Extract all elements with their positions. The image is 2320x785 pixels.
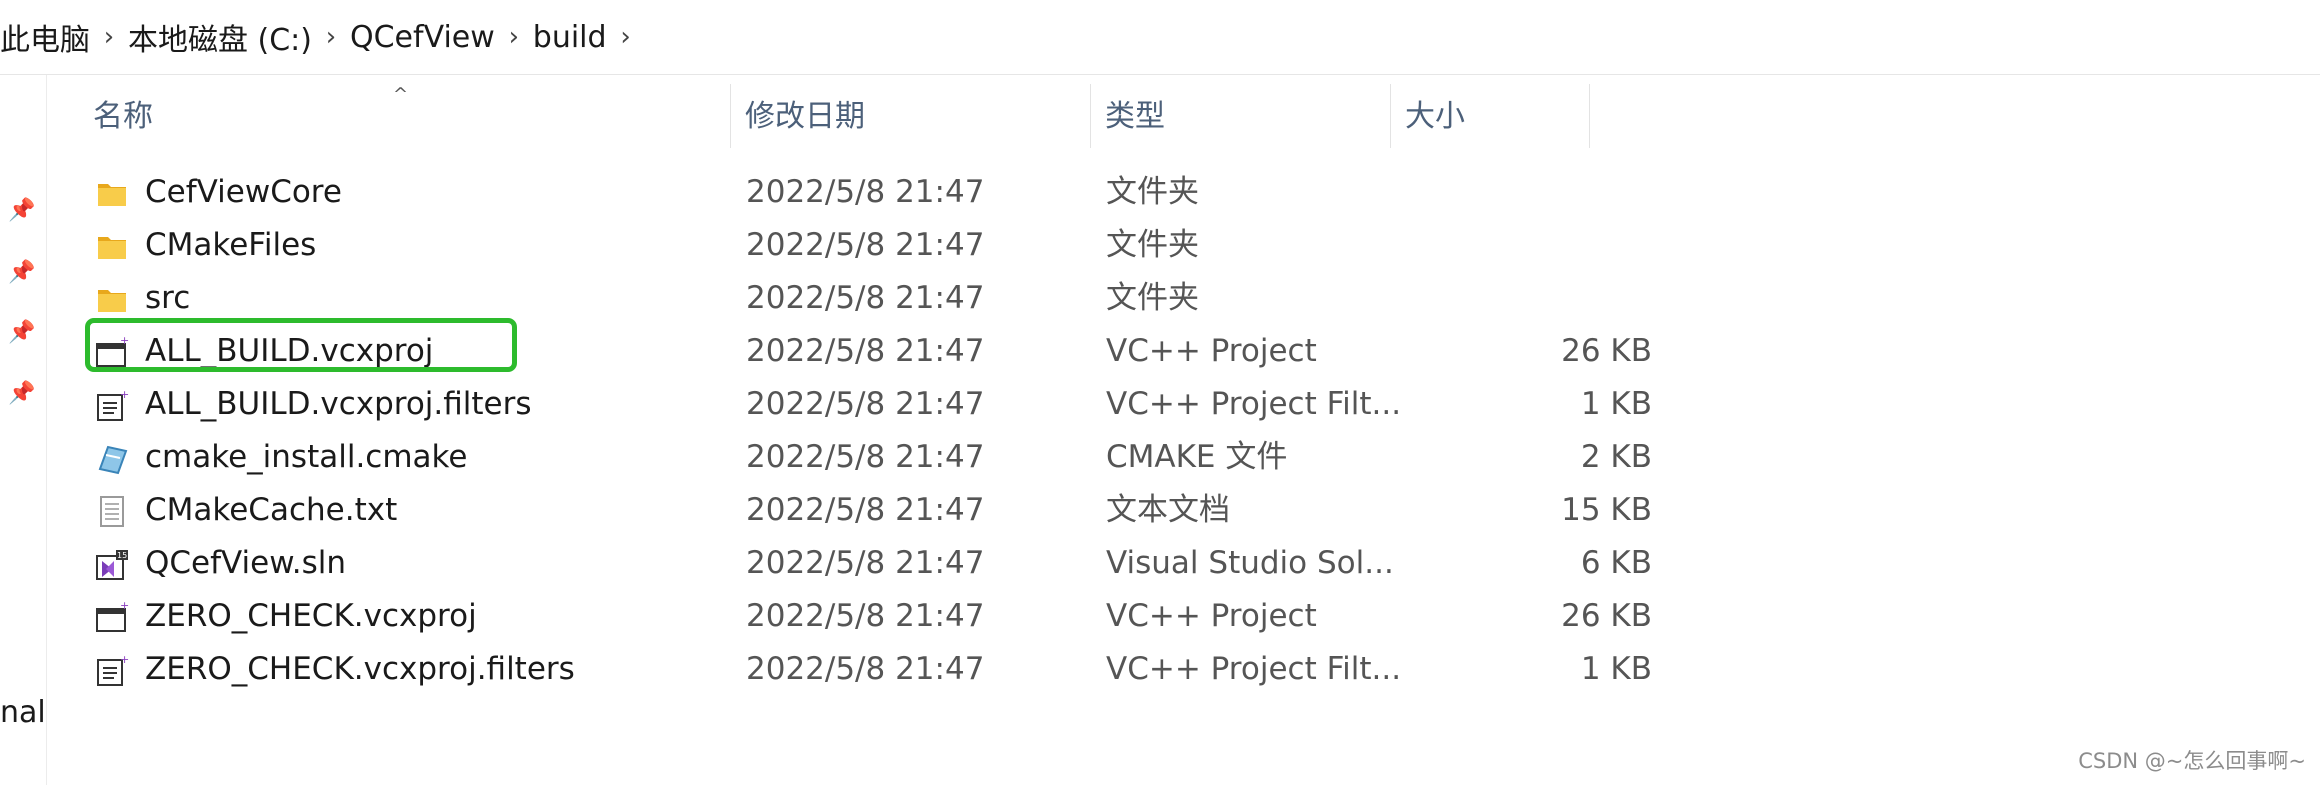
- navigation-pane: 📌 📌 📌 📌: [0, 75, 46, 785]
- file-date: 2022/5/8 21:47: [746, 492, 985, 528]
- file-date: 2022/5/8 21:47: [746, 333, 985, 369]
- pin-icon: 📌: [8, 198, 36, 223]
- file-name: cmake_install.cmake: [145, 439, 468, 475]
- folder-icon: [98, 237, 126, 259]
- file-name: ALL_BUILD.vcxproj.filters: [145, 386, 532, 422]
- filters-icon: +: [97, 388, 129, 421]
- file-size: 26 KB: [1561, 333, 1652, 369]
- breadcrumb-label: 此电脑: [0, 23, 90, 58]
- file-explorer-window: 此电脑 › 本地磁盘 (C:) › QCefView › build › 📌 📌…: [0, 0, 2320, 785]
- file-size: 6 KB: [1580, 545, 1652, 581]
- list-item[interactable]: + ALL_BUILD.vcxproj.filters 2022/5/8 21:…: [82, 378, 1652, 431]
- file-name: CMakeCache.txt: [145, 492, 398, 528]
- column-header-type[interactable]: 类型: [1091, 80, 1391, 150]
- file-type: VC++ Project Filt...: [1106, 386, 1402, 422]
- list-item[interactable]: cmake_install.cmake 2022/5/8 21:47 CMAKE…: [82, 431, 1652, 484]
- chevron-right-icon[interactable]: ›: [607, 22, 645, 52]
- breadcrumb-item-qcefview[interactable]: QCefView ›: [350, 0, 533, 74]
- breadcrumb-item-this-pc[interactable]: 此电脑 ›: [0, 0, 128, 74]
- file-name: ZERO_CHECK.vcxproj: [145, 598, 477, 634]
- file-date: 2022/5/8 21:47: [746, 545, 985, 581]
- pane-divider[interactable]: [46, 75, 47, 785]
- breadcrumb: 此电脑 › 本地磁盘 (C:) › QCefView › build ›: [0, 0, 2320, 75]
- text-file-icon: [100, 496, 124, 527]
- column-header-label: 类型: [1105, 99, 1165, 134]
- file-date: 2022/5/8 21:47: [746, 174, 985, 210]
- breadcrumb-item-build[interactable]: build ›: [533, 0, 645, 74]
- breadcrumb-item-local-disk[interactable]: 本地磁盘 (C:) ›: [128, 0, 350, 74]
- highlight-box: [85, 318, 517, 372]
- file-type: 文件夹: [1106, 174, 1199, 210]
- folder-icon: [98, 184, 126, 206]
- file-size: 1 KB: [1580, 651, 1652, 687]
- column-divider[interactable]: [1589, 84, 1590, 148]
- file-size: 1 KB: [1580, 386, 1652, 422]
- file-type: 文本文档: [1106, 492, 1230, 528]
- pin-icon: 📌: [8, 381, 36, 406]
- column-header-size[interactable]: 大小: [1391, 80, 1589, 150]
- file-name: ZERO_CHECK.vcxproj.filters: [145, 651, 575, 687]
- vcxproj-icon: +: [96, 600, 129, 632]
- pin-icon: 📌: [8, 260, 36, 285]
- file-type: 文件夹: [1106, 280, 1199, 316]
- breadcrumb-label: 本地磁盘 (C:): [128, 23, 312, 58]
- file-date: 2022/5/8 21:47: [746, 386, 985, 422]
- breadcrumb-label: build: [532, 19, 607, 55]
- file-date: 2022/5/8 21:47: [746, 227, 985, 263]
- cmake-file-icon: [98, 445, 128, 475]
- chevron-right-icon[interactable]: ›: [312, 22, 350, 52]
- filters-icon: +: [97, 653, 129, 686]
- watermark: CSDN @~怎么回事啊~: [2078, 749, 2306, 773]
- svg-text:15: 15: [117, 551, 127, 560]
- pin-icon: 📌: [8, 320, 36, 345]
- file-type: CMAKE 文件: [1106, 439, 1288, 475]
- file-date: 2022/5/8 21:47: [746, 439, 985, 475]
- column-header-label: 大小: [1405, 99, 1465, 134]
- file-size: 26 KB: [1561, 598, 1652, 634]
- list-item[interactable]: CMakeFiles 2022/5/8 21:47 文件夹: [82, 219, 1602, 272]
- file-type: VC++ Project Filt...: [1106, 651, 1402, 687]
- file-type: VC++ Project: [1106, 598, 1317, 634]
- svg-text:+: +: [120, 388, 129, 401]
- list-item[interactable]: CMakeCache.txt 2022/5/8 21:47 文本文档 15 KB: [82, 484, 1652, 537]
- column-header-date[interactable]: 修改日期: [731, 80, 1091, 150]
- file-type: Visual Studio Sol...: [1106, 545, 1394, 581]
- list-item[interactable]: 15 QCefView.sln 2022/5/8 21:47 Visual St…: [82, 537, 1652, 590]
- chevron-right-icon[interactable]: ›: [495, 22, 533, 52]
- file-name: CMakeFiles: [145, 227, 317, 263]
- file-name: CefViewCore: [145, 174, 342, 210]
- chevron-right-icon[interactable]: ›: [90, 22, 128, 52]
- file-type: 文件夹: [1106, 227, 1199, 263]
- svg-text:+: +: [120, 600, 129, 612]
- nav-item-partial[interactable]: nal: [0, 695, 46, 730]
- sort-ascending-icon: ^: [393, 84, 409, 105]
- list-item[interactable]: + ZERO_CHECK.vcxproj.filters 2022/5/8 21…: [82, 643, 1652, 696]
- vs-solution-icon: 15: [96, 550, 128, 580]
- list-item[interactable]: + ZERO_CHECK.vcxproj 2022/5/8 21:47 VC++…: [82, 590, 1652, 643]
- file-date: 2022/5/8 21:47: [746, 598, 985, 634]
- file-name: QCefView.sln: [145, 545, 347, 581]
- column-header-label: 修改日期: [745, 99, 865, 134]
- column-headers: 名称 修改日期 类型 大小: [47, 80, 1590, 150]
- breadcrumb-label: QCefView: [350, 19, 495, 55]
- file-date: 2022/5/8 21:47: [746, 280, 985, 316]
- file-size: 15 KB: [1561, 492, 1652, 528]
- file-size: 2 KB: [1580, 439, 1652, 475]
- folder-icon: [98, 290, 126, 312]
- column-header-label: 名称: [93, 99, 153, 134]
- file-date: 2022/5/8 21:47: [746, 651, 985, 687]
- list-item[interactable]: CefViewCore 2022/5/8 21:47 文件夹: [82, 166, 1602, 219]
- file-type: VC++ Project: [1106, 333, 1317, 369]
- svg-text:+: +: [120, 653, 129, 666]
